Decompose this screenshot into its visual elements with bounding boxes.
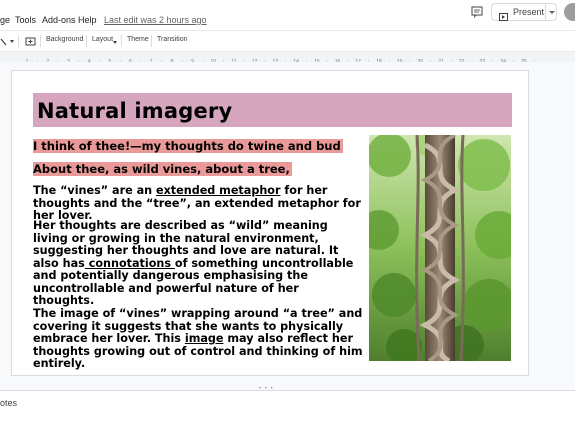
toolbar-separator	[151, 35, 152, 47]
chevron-down-icon[interactable]	[549, 11, 555, 14]
paragraph-1: The “vines” are an extended metaphor for…	[33, 184, 363, 223]
layout-button[interactable]: Layout	[92, 36, 113, 43]
present-icon	[499, 8, 508, 21]
slide-canvas[interactable]: Natural imagery I think of thee!—my thou…	[0, 62, 575, 386]
speaker-notes[interactable]: otes	[0, 390, 575, 432]
toolbar-separator	[40, 35, 41, 47]
toolbar-separator	[86, 35, 87, 47]
present-label: Present	[513, 7, 545, 17]
menu-help[interactable]: Help	[78, 15, 97, 25]
present-divider	[545, 4, 546, 20]
menu-arrange[interactable]: ge	[0, 15, 10, 25]
slide[interactable]: Natural imagery I think of thee!—my thou…	[11, 70, 529, 376]
menu-add-ons[interactable]: Add-ons	[42, 15, 76, 25]
menu-tools[interactable]: Tools	[15, 15, 36, 25]
theme-button[interactable]: Theme	[127, 36, 149, 43]
quote-line-2: About thee, as wild vines, about a tree,	[33, 162, 292, 176]
toolbar-separator	[18, 35, 19, 47]
line-tool-icon[interactable]	[0, 35, 10, 53]
transition-button[interactable]: Transition	[157, 36, 187, 43]
paragraph-3: The image of “vines” wrapping around “a …	[33, 307, 363, 371]
present-button[interactable]: Present	[491, 3, 557, 21]
line-tool-dropdown-icon[interactable]	[10, 40, 14, 43]
background-button[interactable]: Background	[46, 36, 83, 43]
connotations-link[interactable]: connotations	[85, 257, 175, 270]
add-comment-icon[interactable]	[25, 35, 36, 53]
quote-line-1: I think of thee!—my thoughts do twine an…	[33, 139, 343, 153]
avatar[interactable]	[564, 3, 575, 21]
toolbar: Background Layout Theme Transition	[0, 30, 575, 52]
slide-title: Natural imagery	[37, 99, 233, 123]
layout-dropdown-icon[interactable]	[113, 41, 117, 44]
paragraph-1-text: The “vines” are an	[33, 184, 156, 197]
extended-metaphor-link[interactable]: extended metaphor	[156, 184, 281, 197]
tree-vines-photo[interactable]	[369, 135, 511, 361]
notes-placeholder: otes	[0, 398, 18, 408]
title-box[interactable]: Natural imagery	[33, 93, 512, 127]
last-edit-link[interactable]: Last edit was 2 hours ago	[104, 15, 207, 25]
menu-bar: ge Tools Add-ons Help Last edit was 2 ho…	[0, 0, 575, 30]
paragraph-2: Her thoughts are described as “wild” mea…	[33, 219, 363, 308]
comment-icon[interactable]	[470, 5, 484, 19]
toolbar-separator	[121, 35, 122, 47]
image-link[interactable]: image	[185, 332, 224, 345]
